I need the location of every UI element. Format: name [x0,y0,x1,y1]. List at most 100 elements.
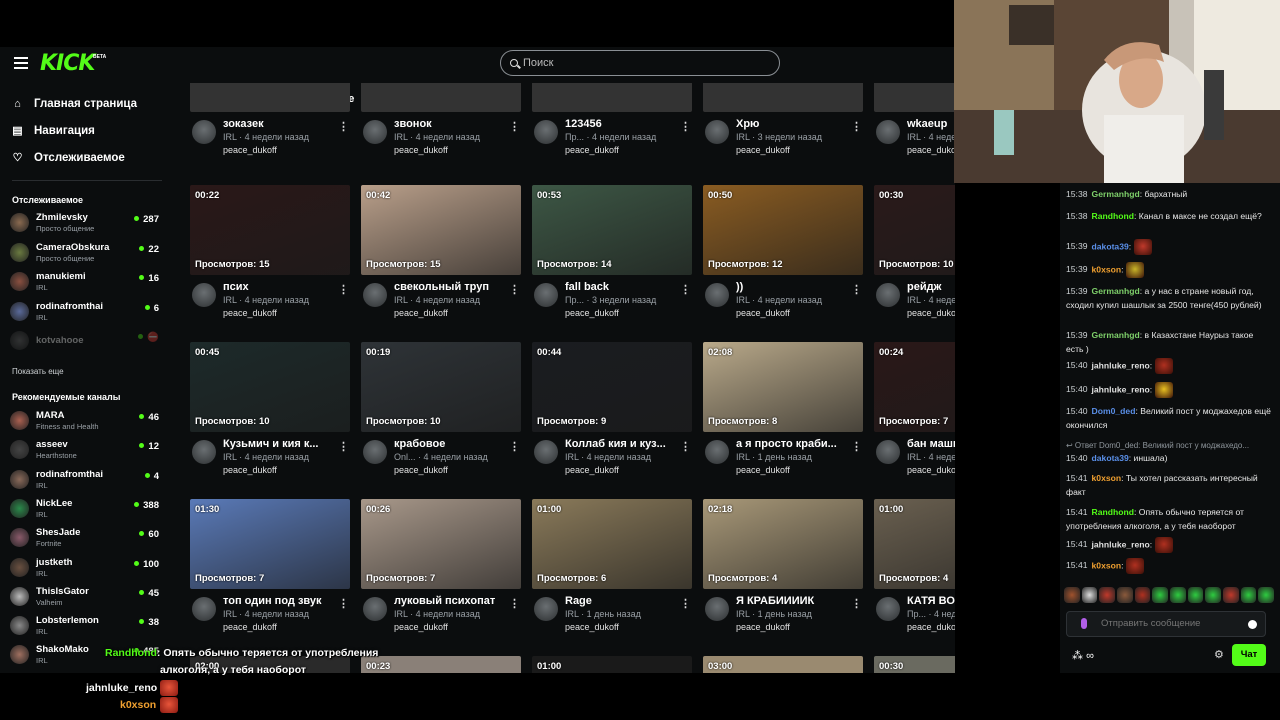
channel-avatar[interactable] [192,120,216,144]
message-user[interactable]: Germanhgd [1092,286,1140,296]
more-options-icon[interactable]: ⋮ [338,120,349,133]
clip-title[interactable]: wkaeup [907,118,955,130]
sidebar-channel[interactable]: kotvahooe ⛔ [10,329,162,355]
clip-title[interactable]: Хрю [736,118,851,130]
clip-thumbnail[interactable]: 01:00 Просмотров: 4 [874,499,955,589]
clip-thumbnail[interactable]: 02:08 Просмотров: 8 [703,342,863,432]
sidebar-nav-item[interactable]: ⌂ Главная страница [12,96,137,112]
recommended-channel[interactable]: ThisIsGator Valheim 45 [10,585,162,611]
channel-avatar[interactable] [705,597,729,621]
sidebar-channel[interactable]: manukiemi IRL 16 [10,270,162,296]
clip-thumbnail[interactable]: 00:50 Просмотров: 12 [703,185,863,275]
message-user[interactable]: jahnluke_reno [1092,384,1150,394]
send-chat-button[interactable]: Чат [1232,644,1266,666]
clip-channel[interactable]: peace_dukoff [736,465,790,475]
quick-emote-icon[interactable] [1117,587,1133,603]
more-options-icon[interactable]: ⋮ [680,440,691,453]
mic-icon[interactable] [1081,618,1087,629]
recommended-channel[interactable]: NickLee IRL 388 [10,497,162,523]
clip-title[interactable]: звонок [394,118,509,130]
clip-title[interactable]: бан машина [907,438,955,450]
clip-channel[interactable]: peace_dukoff [223,465,277,475]
sidebar-nav-item[interactable]: ▤ Навигация [12,123,95,139]
clip-card[interactable]: 00:30 Просмотров: 10 рейдж IRL · 4 недели н… [874,185,955,325]
clip-thumbnail[interactable] [190,83,350,112]
channel-points[interactable]: ⁂ ∞ [1072,649,1094,662]
clip-channel[interactable]: peace_dukoff [565,145,619,155]
clip-title[interactable]: свекольный труп [394,281,509,293]
clip-channel[interactable]: peace_dukoff [565,308,619,318]
clip-channel[interactable]: peace_dukoff [907,145,955,155]
more-options-icon[interactable]: ⋮ [851,120,862,133]
menu-icon[interactable] [14,57,28,69]
quick-emote-icon[interactable] [1099,587,1116,603]
clip-thumbnail[interactable]: 00:42 Просмотров: 15 [361,185,521,275]
channel-avatar[interactable] [534,440,558,464]
sidebar-channel[interactable]: CameraObskura Просто общение 22 [10,241,162,267]
clip-card[interactable]: 00:30 [874,656,955,673]
message-user[interactable]: jahnluke_reno [1092,360,1150,370]
clip-card[interactable]: 00:50 Просмотров: 12)) IRL · 4 недели наза… [703,185,863,325]
quick-emote-icon[interactable] [1064,587,1080,603]
channel-avatar[interactable] [705,120,729,144]
message-user[interactable]: k0xson [1092,264,1122,274]
recommended-channel[interactable]: MARA Fitness and Health 46 [10,409,162,435]
channel-avatar[interactable] [876,283,900,307]
clip-card[interactable]: звонок IRL · 4 недели назад peace_dukoff ⋮ [361,83,521,162]
clip-thumbnail[interactable]: 00:30 Просмотров: 10 [874,185,955,275]
clip-channel[interactable]: peace_dukoff [565,622,619,632]
more-options-icon[interactable]: ⋮ [509,597,520,610]
clip-title[interactable]: топ один под звук [223,595,338,607]
channel-avatar[interactable] [705,283,729,307]
quick-emote-icon[interactable] [1258,587,1275,603]
message-user[interactable]: Randhond [1092,211,1134,221]
recommended-channel[interactable]: asseev Hearthstone 12 [10,438,162,464]
more-options-icon[interactable]: ⋮ [338,597,349,610]
clip-thumbnail[interactable]: 00:26 Просмотров: 7 [361,499,521,589]
clip-card[interactable]: wkaeupIRL · 4 недели назадpeace_dukoff⋮ [874,83,955,162]
clip-thumbnail[interactable]: 02:18 Просмотров: 4 [703,499,863,589]
more-options-icon[interactable]: ⋮ [680,283,691,296]
clip-title[interactable]: рейдж [907,281,955,293]
clip-channel[interactable]: peace_dukoff [394,622,448,632]
clip-card[interactable]: 01:30 Просмотров: 7 топ один под звук IRL ·… [190,499,350,639]
quick-emote-icon[interactable] [1134,587,1151,603]
clip-title[interactable]: а я просто краби... [736,438,851,450]
clip-card[interactable]: 00:23 [361,656,521,673]
clip-channel[interactable]: peace_dukoff [394,465,448,475]
recommended-channel[interactable]: justketh IRL 100 [10,556,162,582]
clip-thumbnail[interactable]: 00:19 Просмотров: 10 [361,342,521,432]
clip-card[interactable]: 03:00 [703,656,863,673]
clip-channel[interactable]: peace_dukoff [736,308,790,318]
clip-title[interactable]: Rage [565,595,680,607]
clip-card[interactable]: 00:24 Просмотров: 7 бан машина IRL · 4 неде… [874,342,955,482]
channel-avatar[interactable] [192,440,216,464]
clip-card[interactable]: 01:00 [532,656,692,673]
clip-thumbnail[interactable]: 00:30 [874,656,955,673]
message-user[interactable]: k0xson [1092,560,1122,570]
more-options-icon[interactable]: ⋮ [509,440,520,453]
clip-thumbnail[interactable] [703,83,863,112]
clip-thumbnail[interactable]: 00:24 Просмотров: 7 [874,342,955,432]
more-options-icon[interactable]: ⋮ [851,283,862,296]
clip-channel[interactable]: peace_dukoff [736,145,790,155]
more-options-icon[interactable]: ⋮ [509,283,520,296]
message-user[interactable]: Germanhgd [1092,189,1140,199]
sidebar-channel[interactable]: Zhmilevsky Просто общение 287 [10,211,162,237]
channel-avatar[interactable] [534,283,558,307]
clip-card[interactable]: 01:00 Просмотров: 6 Rage IRL · 1 день назад… [532,499,692,639]
message-user[interactable]: Dom0_ded [1092,406,1136,416]
clip-channel[interactable]: peace_dukoff [907,308,955,318]
clip-thumbnail[interactable] [361,83,521,112]
more-options-icon[interactable]: ⋮ [680,120,691,133]
channel-avatar[interactable] [876,120,900,144]
message-user[interactable]: dakota39 [1092,241,1129,251]
clip-thumbnail[interactable]: 00:53 Просмотров: 14 [532,185,692,275]
clip-thumbnail[interactable]: 01:00 Просмотров: 6 [532,499,692,589]
sidebar-nav-item[interactable]: ♡ Отслеживаемое [12,150,125,166]
emoji-icon[interactable] [1248,620,1257,629]
clip-card[interactable]: 00:42 Просмотров: 15 свекольный труп IRL · … [361,185,521,325]
channel-avatar[interactable] [705,440,729,464]
channel-avatar[interactable] [876,597,900,621]
gear-icon[interactable]: ⚙ [1214,648,1224,661]
